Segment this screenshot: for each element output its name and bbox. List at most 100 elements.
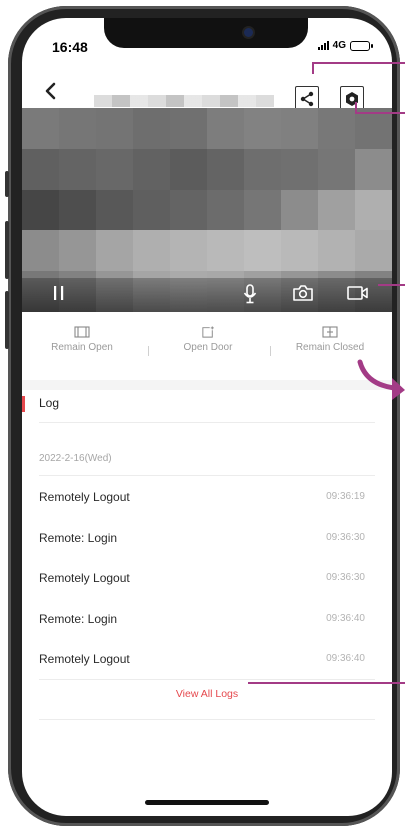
mosaic-block (244, 148, 281, 190)
annotation-line-video (378, 284, 405, 286)
divider (39, 679, 375, 680)
section-separator (22, 380, 392, 390)
remain-closed-button[interactable]: Remain Closed (280, 326, 380, 353)
mosaic-block (318, 189, 355, 231)
mosaic-block (207, 189, 244, 231)
log-date: 2022-2-16(Wed) (39, 453, 112, 464)
divider (39, 422, 375, 423)
mosaic-block (133, 189, 170, 231)
mute-switch (5, 171, 9, 197)
mosaic-block (170, 108, 207, 149)
home-indicator[interactable] (145, 800, 269, 805)
pause-button[interactable] (52, 284, 66, 307)
open-door-icon (202, 326, 214, 338)
screenshot-canvas: 16:48 4G Remain Open Open Door Remain Cl… (0, 0, 405, 833)
log-event: Remote: Login (39, 531, 118, 545)
mosaic-block (355, 189, 392, 231)
mosaic-block (133, 108, 170, 149)
chevron-left-icon (45, 82, 56, 100)
log-event: Remotely Logout (39, 652, 130, 666)
mosaic-block (170, 230, 207, 272)
mosaic-block (22, 230, 59, 272)
mosaic-block (281, 108, 318, 149)
mosaic-block (318, 148, 355, 190)
remain-closed-label: Remain Closed (295, 342, 365, 353)
mosaic-block (207, 230, 244, 272)
log-row: Remotely Logout 09:36:40 (39, 640, 375, 680)
record-button[interactable] (346, 284, 370, 307)
annotation-line-share (312, 62, 314, 74)
nav-bar (22, 68, 392, 112)
mosaic-block (22, 148, 59, 190)
log-row: Remotely Logout 09:36:30 (39, 559, 375, 599)
mosaic-block (318, 108, 355, 149)
volume-down-button (5, 291, 9, 349)
divider (39, 475, 375, 476)
mosaic-block (133, 148, 170, 190)
phone-screen: 16:48 4G Remain Open Open Door Remain Cl… (22, 18, 392, 816)
annotation-line-settings (355, 112, 405, 114)
mosaic-block (207, 148, 244, 190)
log-accent-bar (22, 396, 25, 412)
mosaic-block (59, 230, 96, 272)
log-time: 09:36:30 (326, 532, 365, 543)
mosaic-block (318, 230, 355, 272)
microphone-icon (243, 284, 257, 304)
mosaic-block (281, 148, 318, 190)
annotation-line-share (312, 62, 405, 64)
mosaic-block (355, 108, 392, 149)
log-time: 09:36:40 (326, 653, 365, 664)
mosaic-block (281, 189, 318, 231)
mosaic-block (355, 148, 392, 190)
log-row: Remotely Logout 09:36:19 (39, 478, 375, 518)
mosaic-block (244, 189, 281, 231)
view-all-logs-link[interactable]: View All Logs (22, 688, 392, 700)
volume-up-button (5, 221, 9, 279)
log-event: Remotely Logout (39, 571, 130, 585)
mosaic-block (244, 230, 281, 272)
settings-hexagon-icon (346, 92, 358, 106)
mosaic-block (96, 189, 133, 231)
door-actions: Remain Open Open Door Remain Closed (22, 326, 392, 368)
remain-open-button[interactable]: Remain Open (32, 326, 132, 353)
mosaic-block (355, 230, 392, 272)
mosaic-block (170, 189, 207, 231)
open-door-button[interactable]: Open Door (158, 326, 258, 353)
mosaic-block (59, 108, 96, 149)
mosaic-block (22, 189, 59, 231)
snapshot-button[interactable] (292, 284, 314, 307)
status-time: 16:48 (52, 39, 88, 55)
remain-open-icon (74, 326, 90, 338)
mosaic-block (133, 230, 170, 272)
live-video-view[interactable] (22, 108, 392, 312)
mosaic-block (22, 108, 59, 149)
log-title: Log (39, 396, 60, 410)
mosaic-block (207, 108, 244, 149)
battery-icon (350, 40, 373, 51)
annotation-line-view-all (248, 682, 405, 684)
front-camera (244, 28, 253, 37)
log-event: Remote: Login (39, 612, 118, 626)
network-label: 4G (332, 40, 346, 51)
remain-closed-icon (322, 326, 338, 338)
annotation-line-settings (355, 102, 357, 113)
annotation-arrow-icon (357, 359, 405, 400)
microphone-button[interactable] (243, 284, 257, 309)
mosaic-block (244, 108, 281, 149)
mosaic-block (96, 148, 133, 190)
back-button[interactable] (44, 76, 58, 104)
action-divider (270, 346, 271, 356)
divider (39, 719, 375, 720)
action-divider (148, 346, 149, 356)
log-event: Remotely Logout (39, 490, 130, 504)
open-door-label: Open Door (183, 342, 233, 353)
mosaic-block (281, 230, 318, 272)
notch (104, 18, 308, 48)
log-time: 09:36:19 (326, 491, 365, 502)
mosaic-block (96, 108, 133, 149)
signal-icon (317, 41, 329, 50)
log-row: Remote: Login 09:36:40 (39, 600, 375, 640)
log-header: Log (22, 392, 392, 420)
mosaic-block (59, 148, 96, 190)
mosaic-block (96, 230, 133, 272)
